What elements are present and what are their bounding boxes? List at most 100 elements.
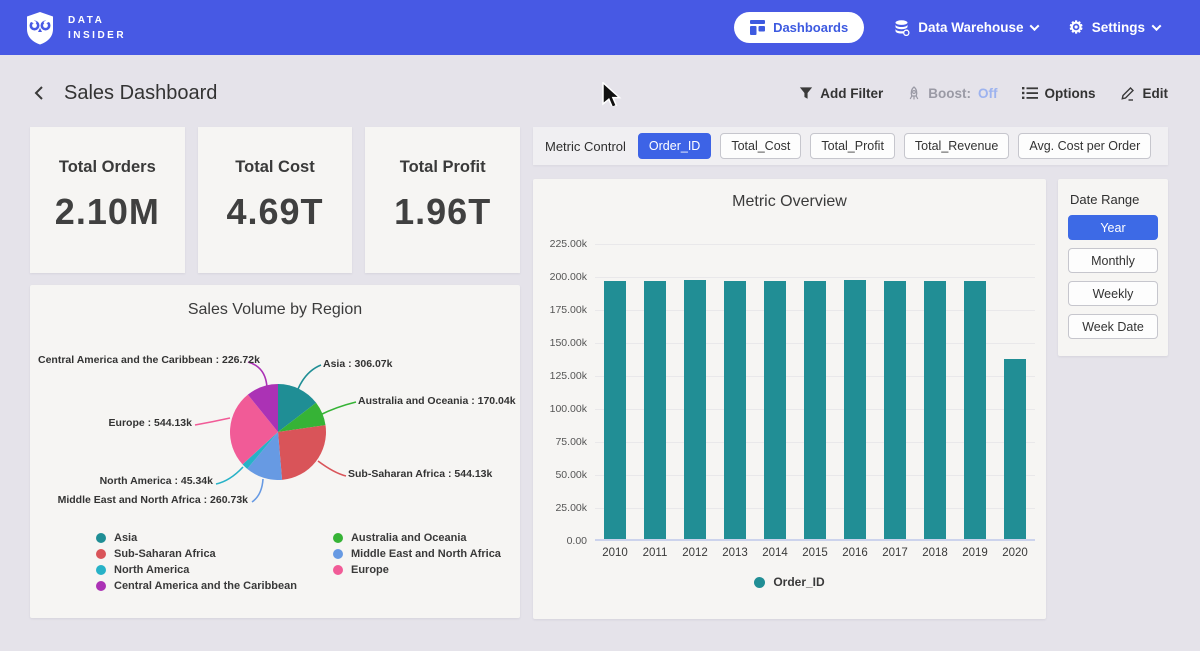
bar-cell	[795, 244, 835, 539]
pie-label-5: Europe : 544.13k	[38, 417, 192, 429]
x-tick-label: 2017	[875, 547, 915, 559]
add-filter-button[interactable]: Add Filter	[799, 86, 883, 101]
kpi-value: 2.10M	[30, 191, 185, 233]
brand-line2: INSIDER	[68, 28, 126, 43]
brand-line1: DATA	[68, 13, 126, 28]
kpi-label: Total Cost	[198, 158, 353, 177]
legend-label: Middle East and North Africa	[351, 548, 501, 560]
page-header: Sales Dashboard Add Filter Boost: Off Op	[30, 75, 1168, 111]
y-tick-label: 225.00k	[550, 238, 587, 250]
bar-cell	[675, 244, 715, 539]
pie-legend-item[interactable]: Asia	[96, 532, 297, 543]
kpi-card-2: Total Profit 1.96T	[365, 127, 520, 273]
kpi-value: 4.69T	[198, 191, 353, 233]
metric-control-bar: Metric Control Order_IDTotal_CostTotal_P…	[533, 127, 1168, 165]
y-tick-label: 50.00k	[555, 469, 587, 481]
chevron-down-icon	[1030, 21, 1040, 31]
nav-data-warehouse[interactable]: Data Warehouse	[894, 20, 1038, 36]
kpi-label: Total Orders	[30, 158, 185, 177]
x-tick-label: 2010	[595, 547, 635, 559]
add-filter-label: Add Filter	[820, 86, 883, 101]
legend-label: Order_ID	[773, 575, 824, 589]
nav-settings-label: Settings	[1092, 20, 1145, 35]
pie-chart	[230, 384, 326, 480]
bars-container	[595, 244, 1035, 539]
bar-2017[interactable]	[884, 281, 906, 539]
bar-2013[interactable]	[724, 281, 746, 539]
date-range-weekly[interactable]: Weekly	[1068, 281, 1158, 306]
date-range-year[interactable]: Year	[1068, 215, 1158, 240]
pie-legend-item[interactable]: Australia and Oceania	[333, 532, 501, 543]
legend-label: North America	[114, 564, 189, 576]
x-tick-label: 2018	[915, 547, 955, 559]
pie-slice-sub-saharan-africa[interactable]	[278, 425, 326, 480]
bar-x-axis: 2010201120122013201420152016201720182019…	[595, 547, 1035, 559]
bar-cell	[715, 244, 755, 539]
gear-icon: ⚙	[1068, 19, 1083, 36]
bar-2010[interactable]	[604, 281, 626, 539]
bar-2019[interactable]	[964, 281, 986, 539]
y-tick-label: 25.00k	[555, 502, 587, 514]
bar-2020[interactable]	[1004, 359, 1026, 539]
date-range-monthly[interactable]: Monthly	[1068, 248, 1158, 273]
options-button[interactable]: Options	[1022, 86, 1096, 101]
bar-2016[interactable]	[844, 280, 866, 539]
pie-legend-item[interactable]: Central America and the Caribbean	[96, 580, 297, 591]
bar-legend-item[interactable]: Order_ID	[754, 575, 824, 589]
bar-y-axis: 225.00k200.00k175.00k150.00k125.00k100.0…	[547, 244, 595, 541]
y-tick-label: 125.00k	[550, 370, 587, 382]
metric-option-avg-cost-per-order[interactable]: Avg. Cost per Order	[1018, 133, 1151, 159]
kpi-card-1: Total Cost 4.69T	[198, 127, 353, 273]
metric-option-total-profit[interactable]: Total_Profit	[810, 133, 895, 159]
pie-legend-column: Australia and Oceania Middle East and Nor…	[333, 532, 501, 591]
nav-data-warehouse-label: Data Warehouse	[918, 20, 1023, 35]
bar-2018[interactable]	[924, 281, 946, 539]
brand-logo[interactable]: DATA INSIDER	[22, 10, 126, 46]
x-tick-label: 2020	[995, 547, 1035, 559]
x-tick-label: 2019	[955, 547, 995, 559]
kpi-value: 1.96T	[365, 191, 520, 233]
x-tick-label: 2015	[795, 547, 835, 559]
legend-dot	[333, 549, 343, 559]
bar-plot	[595, 244, 1035, 541]
pie-legend-item[interactable]: North America	[96, 564, 297, 575]
legend-dot	[333, 533, 343, 543]
back-button[interactable]	[30, 82, 48, 104]
kpi-label: Total Profit	[365, 158, 520, 177]
boost-label: Boost:	[928, 86, 971, 101]
pie-label-3: Middle East and North Africa : 260.73k	[38, 494, 248, 506]
pie-chart-panel: Sales Volume by Region Asia : 306.07kAus…	[30, 285, 520, 618]
date-range-week-date[interactable]: Week Date	[1068, 314, 1158, 339]
bar-2015[interactable]	[804, 281, 826, 539]
bar-cell	[875, 244, 915, 539]
x-tick-label: 2016	[835, 547, 875, 559]
bar-chart-panel: Metric Overview 225.00k200.00k175.00k150…	[533, 179, 1046, 619]
owl-logo-icon	[22, 10, 58, 46]
boost-toggle[interactable]: Boost: Off	[907, 86, 997, 101]
edit-button[interactable]: Edit	[1120, 85, 1169, 101]
bar-cell	[595, 244, 635, 539]
nav-dashboards-button[interactable]: Dashboards	[734, 12, 864, 43]
options-label: Options	[1045, 86, 1096, 101]
metric-option-total-cost[interactable]: Total_Cost	[720, 133, 801, 159]
pie-legend-item[interactable]: Europe	[333, 564, 501, 575]
options-list-icon	[1022, 86, 1038, 100]
nav-settings[interactable]: ⚙ Settings	[1068, 19, 1160, 36]
bar-cell	[755, 244, 795, 539]
legend-label: Australia and Oceania	[351, 532, 467, 544]
metric-option-total-revenue[interactable]: Total_Revenue	[904, 133, 1009, 159]
pie-legend-item[interactable]: Sub-Saharan Africa	[96, 548, 297, 559]
bar-2012[interactable]	[684, 280, 706, 539]
bar-cell	[995, 244, 1035, 539]
bar-cell	[835, 244, 875, 539]
legend-dot	[96, 549, 106, 559]
pie-label-4: North America : 45.34k	[38, 475, 213, 487]
pie-legend-item[interactable]: Middle East and North Africa	[333, 548, 501, 559]
back-chevron-icon	[32, 84, 46, 102]
edit-pencil-icon	[1120, 85, 1136, 101]
bar-2014[interactable]	[764, 281, 786, 539]
bar-2011[interactable]	[644, 281, 666, 539]
metric-option-order-id[interactable]: Order_ID	[638, 133, 711, 159]
kpi-row: Total Orders 2.10M Total Cost 4.69T Total Pr…	[30, 127, 520, 273]
legend-label: Asia	[114, 532, 137, 544]
